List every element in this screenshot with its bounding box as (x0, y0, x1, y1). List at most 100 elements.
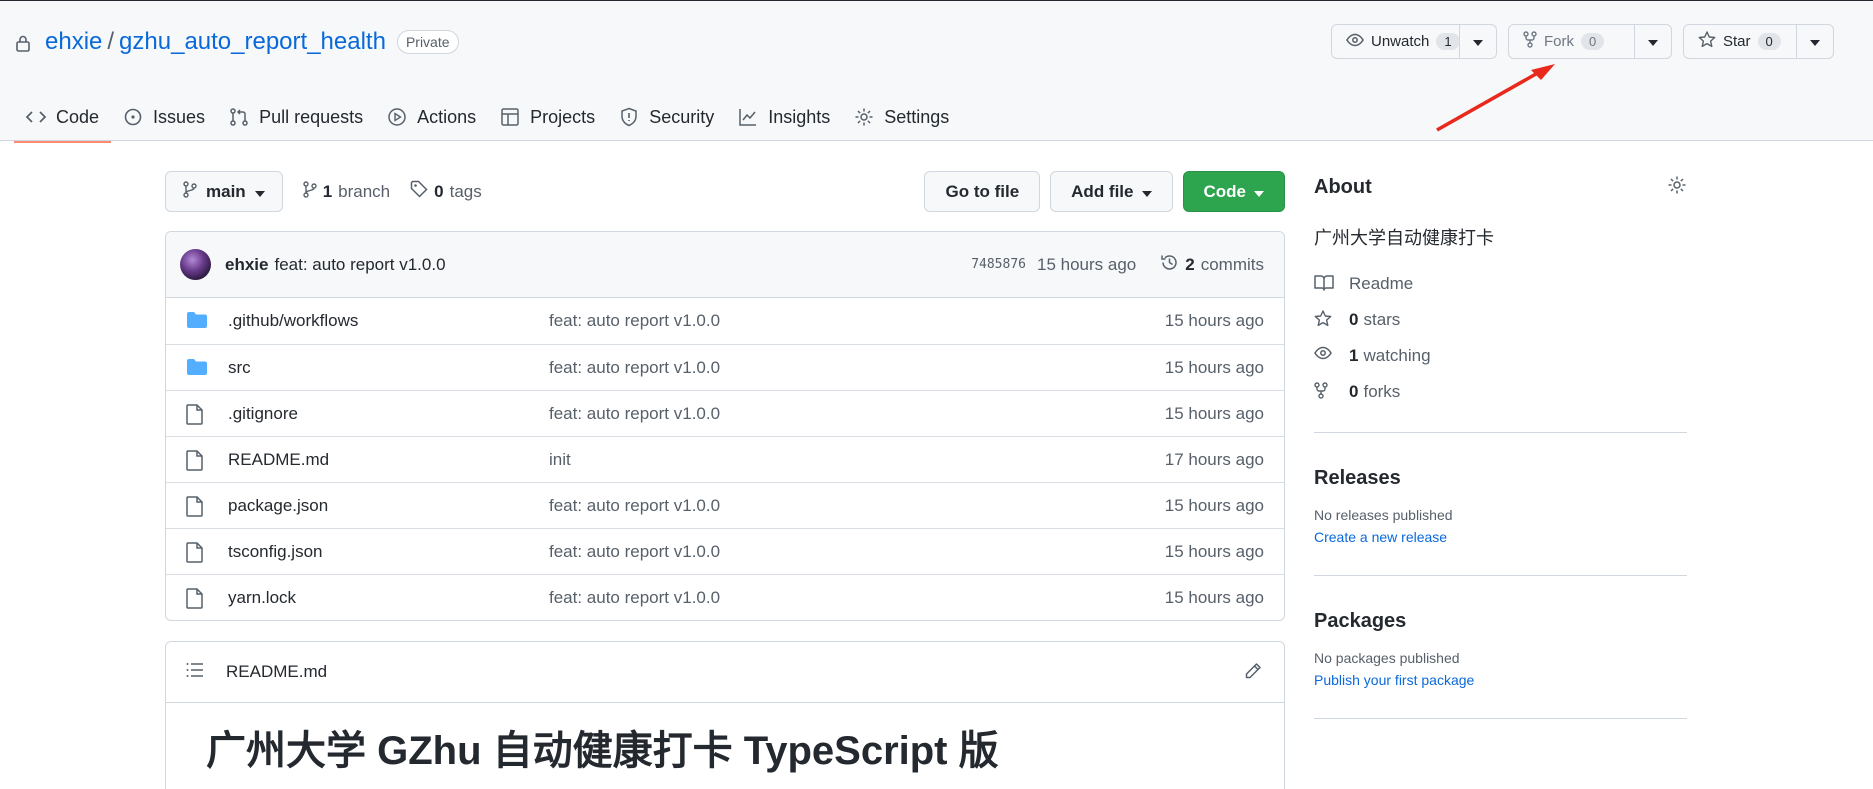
file-icon (186, 587, 208, 609)
file-name-link[interactable]: .github/workflows (228, 311, 549, 331)
star-dropdown[interactable] (1796, 25, 1833, 58)
watching-link[interactable]: 1 watching (1314, 338, 1687, 374)
add-file-button[interactable]: Add file (1050, 171, 1173, 212)
file-name-link[interactable]: .gitignore (228, 404, 549, 424)
table-icon (500, 107, 520, 127)
tab-insights[interactable]: Insights (726, 92, 842, 142)
star-label: Star (1723, 33, 1751, 50)
about-title: About (1314, 175, 1372, 198)
fork-button-group: Fork 0 (1508, 24, 1672, 59)
readme-filename: README.md (226, 662, 328, 681)
code-button[interactable]: Code (1182, 171, 1285, 212)
file-rows: .github/workflows feat: auto report v1.0.… (166, 298, 1284, 620)
caret-down-icon (1473, 33, 1483, 51)
releases-title[interactable]: Releases (1314, 467, 1687, 490)
readme-panel: README.md 广州大学 GZhu 自动健康打卡 TypeScript 版 (165, 641, 1285, 789)
stars-count: 0 (1349, 310, 1359, 329)
tags-link[interactable]: 0 tags (410, 180, 482, 203)
file-name-link[interactable]: yarn.lock (228, 588, 549, 608)
file-name-link[interactable]: package.json (228, 496, 549, 516)
tab-security[interactable]: Security (607, 92, 726, 142)
pencil-icon[interactable] (1244, 662, 1264, 682)
file-time: 15 hours ago (1164, 311, 1264, 330)
gear-icon (854, 107, 874, 127)
repo-owner-link[interactable]: ehxie (45, 28, 102, 56)
file-time: 15 hours ago (1164, 357, 1264, 377)
commit-time: 15 hours ago (1037, 254, 1137, 274)
commit-sha[interactable]: 7485876 (971, 257, 1026, 272)
avatar[interactable] (180, 249, 211, 280)
tag-count: 0 (434, 181, 444, 201)
file-name-link[interactable]: README.md (228, 450, 549, 470)
unwatch-dropdown[interactable] (1459, 25, 1496, 58)
about-header: About (1314, 172, 1687, 202)
commit-label: commits (1200, 254, 1264, 274)
gear-icon[interactable] (1667, 175, 1687, 200)
file-time: 15 hours ago (1164, 403, 1264, 423)
branches-link[interactable]: 1 branch (302, 180, 390, 203)
folder-icon (186, 358, 208, 378)
tab-settings[interactable]: Settings (842, 92, 961, 142)
file-list: ehxie feat: auto report v1.0.0 7485876 1… (165, 231, 1285, 621)
branch-select-button[interactable]: main (165, 171, 283, 212)
commits-link[interactable]: 2 commits (1160, 253, 1264, 277)
packages-title[interactable]: Packages (1314, 610, 1687, 633)
play-icon (387, 107, 407, 127)
watching-count: 1 (1349, 346, 1359, 365)
star-button-group: Star 0 (1683, 24, 1834, 59)
fork-dropdown[interactable] (1634, 25, 1671, 58)
file-commit-link[interactable]: feat: auto report v1.0.0 (549, 496, 1165, 516)
repo-header: ehxie / gzhu_auto_report_health Private … (0, 0, 1873, 143)
about-links: Readme 0 stars 1 watching 0 forks (1314, 266, 1687, 410)
caret-down-icon (1810, 33, 1820, 51)
eye-icon (1346, 33, 1364, 51)
tab-code[interactable]: Code (14, 92, 112, 143)
tab-label: Pull requests (259, 106, 364, 127)
commit-author[interactable]: ehxie (225, 255, 268, 275)
tab-actions[interactable]: Actions (375, 92, 488, 142)
file-commit-link[interactable]: init (549, 450, 1165, 470)
unwatch-label: Unwatch (1371, 33, 1430, 50)
file-commit-link[interactable]: feat: auto report v1.0.0 (549, 404, 1165, 424)
watch-counter: 1 (1436, 33, 1460, 50)
go-to-file-button[interactable]: Go to file (924, 171, 1041, 212)
readme-link-label: Readme (1349, 274, 1414, 293)
list-icon[interactable] (186, 662, 206, 682)
fork-button[interactable]: Fork 0 (1509, 25, 1634, 58)
readme-link[interactable]: Readme (1314, 266, 1687, 302)
caret-down-icon (1141, 182, 1152, 202)
create-release-link[interactable]: Create a new release (1314, 529, 1687, 545)
tab-label: Projects (530, 106, 596, 127)
commit-count: 2 (1185, 254, 1195, 274)
file-name-link[interactable]: src (228, 358, 549, 378)
publish-package-link[interactable]: Publish your first package (1314, 672, 1687, 688)
tab-projects[interactable]: Projects (488, 92, 607, 142)
unwatch-button[interactable]: Unwatch 1 (1332, 25, 1460, 58)
tab-label: Actions (417, 106, 477, 127)
visibility-badge: Private (396, 30, 459, 54)
code-icon (26, 107, 46, 127)
folder-icon (186, 311, 208, 331)
commit-message[interactable]: feat: auto report v1.0.0 (274, 255, 445, 275)
file-commit-link[interactable]: feat: auto report v1.0.0 (549, 542, 1165, 562)
star-button[interactable]: Star 0 (1684, 25, 1796, 58)
file-row: package.json feat: auto report v1.0.0 15 h… (166, 482, 1284, 528)
tag-icon (410, 180, 428, 203)
stars-link[interactable]: 0 stars (1314, 302, 1687, 338)
repo-description: 广州大学自动健康打卡 (1314, 228, 1494, 248)
repo-actions: Unwatch 1 Fork 0 Star 0 (1331, 24, 1834, 59)
file-commit-link[interactable]: feat: auto report v1.0.0 (549, 588, 1165, 608)
file-row: src feat: auto report v1.0.0 15 hours ago (166, 344, 1284, 390)
history-icon (1160, 253, 1179, 277)
file-commit-link[interactable]: feat: auto report v1.0.0 (549, 311, 1165, 331)
tab-pull-requests[interactable]: Pull requests (217, 92, 375, 142)
forks-link[interactable]: 0 forks (1314, 374, 1687, 410)
file-commit-link[interactable]: feat: auto report v1.0.0 (549, 358, 1165, 378)
file-time: 17 hours ago (1164, 449, 1264, 469)
issue-icon (123, 107, 143, 127)
tab-issues[interactable]: Issues (111, 92, 217, 142)
caret-down-icon (1254, 182, 1264, 202)
file-name-link[interactable]: tsconfig.json (228, 542, 549, 562)
tab-label: Security (649, 106, 715, 127)
repo-name-link[interactable]: gzhu_auto_report_health (119, 28, 386, 56)
